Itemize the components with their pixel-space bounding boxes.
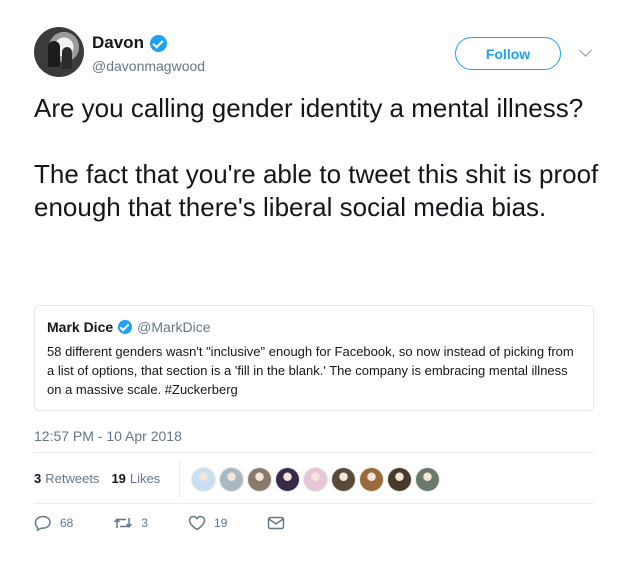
tweet-text: Are you calling gender identity a mental… bbox=[34, 92, 604, 224]
tweet-card: Davon @davonmagwood Follow Are you calli… bbox=[0, 0, 632, 568]
avatar-figure-2 bbox=[62, 47, 72, 69]
liker-avatar[interactable] bbox=[415, 467, 440, 492]
engagement-stats: 3 Retweets 19 Likes bbox=[34, 471, 172, 486]
retweet-icon bbox=[114, 518, 133, 528]
like-count: 19 bbox=[214, 516, 228, 530]
likes-stat[interactable]: 19 Likes bbox=[111, 471, 160, 486]
author-display-name[interactable]: Davon bbox=[92, 33, 144, 53]
liker-avatar[interactable] bbox=[387, 467, 412, 492]
follow-button[interactable]: Follow bbox=[455, 37, 561, 70]
chevron-down-icon[interactable] bbox=[579, 44, 592, 57]
liker-avatar[interactable] bbox=[191, 467, 216, 492]
reply-button[interactable]: 68 bbox=[34, 515, 73, 531]
liker-avatar[interactable] bbox=[331, 467, 356, 492]
stats-separator bbox=[179, 461, 180, 497]
retweets-label: Retweets bbox=[45, 471, 100, 486]
envelope-icon bbox=[268, 516, 285, 530]
liker-avatar[interactable] bbox=[219, 467, 244, 492]
liker-avatar[interactable] bbox=[359, 467, 384, 492]
author-handle[interactable]: @davonmagwood bbox=[92, 58, 205, 74]
liker-avatar[interactable] bbox=[303, 467, 328, 492]
retweet-count: 3 bbox=[141, 516, 149, 530]
heart-icon bbox=[188, 515, 206, 531]
liker-avatars bbox=[191, 467, 440, 492]
likes-label: Likes bbox=[129, 471, 161, 486]
quoted-author-handle: @MarkDice bbox=[137, 319, 211, 335]
tweet-paragraph: Are you calling gender identity a mental… bbox=[34, 93, 584, 123]
author-avatar[interactable] bbox=[34, 27, 84, 77]
verified-badge-icon bbox=[118, 320, 133, 334]
retweets-stat[interactable]: 3 Retweets bbox=[34, 471, 99, 486]
divider bbox=[34, 452, 594, 453]
author-name-row[interactable]: Davon bbox=[92, 33, 167, 53]
tweet-timestamp[interactable]: 12:57 PM - 10 Apr 2018 bbox=[34, 428, 182, 444]
retweet-button[interactable]: 3 bbox=[113, 515, 148, 531]
likes-count: 19 bbox=[111, 471, 126, 486]
quoted-tweet-header: Mark Dice @MarkDice bbox=[47, 319, 581, 335]
liker-avatar[interactable] bbox=[247, 467, 272, 492]
quoted-tweet[interactable]: Mark Dice @MarkDice 58 different genders… bbox=[34, 305, 594, 411]
reply-count: 68 bbox=[60, 516, 74, 530]
liker-avatar[interactable] bbox=[275, 467, 300, 492]
quoted-author-name: Mark Dice bbox=[47, 319, 114, 335]
quoted-tweet-text: 58 different genders wasn't "inclusive" … bbox=[47, 344, 574, 397]
retweets-count: 3 bbox=[34, 471, 42, 486]
avatar-figure bbox=[48, 41, 60, 67]
direct-message-button[interactable] bbox=[267, 516, 285, 530]
tweet-actions: 68 3 19 bbox=[34, 515, 325, 531]
tweet-paragraph: The fact that you're able to tweet this … bbox=[34, 159, 599, 222]
verified-badge-icon bbox=[149, 34, 167, 52]
divider bbox=[34, 503, 594, 504]
reply-icon bbox=[34, 515, 51, 531]
like-button[interactable]: 19 bbox=[188, 515, 227, 531]
